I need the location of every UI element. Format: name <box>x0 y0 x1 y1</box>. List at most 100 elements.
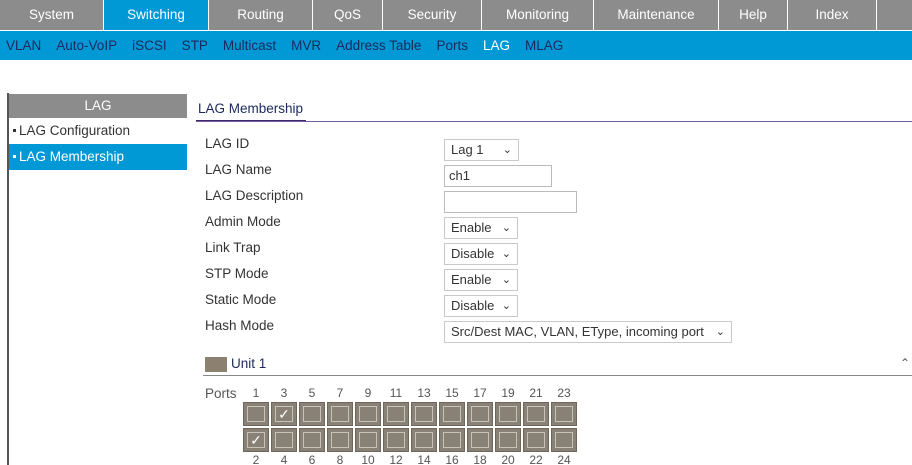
port-number-label: 22 <box>529 453 543 465</box>
chevron-down-icon: ⌄ <box>501 222 511 234</box>
chevron-down-icon: ⌄ <box>501 248 511 260</box>
link-trap-select[interactable]: Disable ⌄ <box>444 243 518 265</box>
port-number-label: 7 <box>336 386 344 400</box>
port-number-label: 24 <box>557 453 571 465</box>
sub-nav: VLAN Auto-VoIP iSCSI STP Multicast MVR A… <box>0 30 912 60</box>
port-14[interactable] <box>411 428 437 452</box>
port-11[interactable] <box>383 402 409 426</box>
sidebar-item-lag-membership[interactable]: LAG Membership <box>9 144 187 170</box>
static-mode-value: Disable <box>451 298 495 313</box>
nav-tab-qos[interactable]: QoS <box>313 0 383 30</box>
port-7[interactable] <box>327 402 353 426</box>
link-trap-label: Link Trap <box>205 240 261 255</box>
port-number-label: 10 <box>361 453 375 465</box>
subnav-item-mvr[interactable]: MVR <box>291 38 321 53</box>
sidebar-title: LAG <box>9 94 187 118</box>
subnav-item-multicast[interactable]: Multicast <box>223 38 276 53</box>
hash-mode-label: Hash Mode <box>205 318 275 333</box>
port-22[interactable] <box>523 428 549 452</box>
port-19[interactable] <box>495 402 521 426</box>
port-number-label: 9 <box>364 386 372 400</box>
section-title-tab: LAG Membership <box>196 100 307 122</box>
port-15[interactable] <box>439 402 465 426</box>
port-18[interactable] <box>467 428 493 452</box>
port-23[interactable] <box>551 402 577 426</box>
section-divider <box>196 121 912 122</box>
lag-id-value: Lag 1 <box>451 142 484 157</box>
nav-tab-system[interactable]: System <box>0 0 104 30</box>
port-number-label: 6 <box>308 453 316 465</box>
port-13[interactable] <box>411 402 437 426</box>
port-number-label: 5 <box>308 386 316 400</box>
subnav-item-mlag[interactable]: MLAG <box>525 38 563 53</box>
port-16[interactable] <box>439 428 465 452</box>
port-number-label: 20 <box>501 453 515 465</box>
port-number-label: 13 <box>417 386 431 400</box>
nav-tab-security[interactable]: Security <box>383 0 482 30</box>
bullet-icon <box>13 128 16 132</box>
sidebar-item-label: LAG Membership <box>19 149 125 164</box>
admin-mode-select[interactable]: Enable ⌄ <box>444 217 518 239</box>
port-20[interactable] <box>495 428 521 452</box>
subnav-item-lag[interactable]: LAG <box>483 38 510 53</box>
static-mode-label: Static Mode <box>205 292 277 307</box>
port-number-label: 11 <box>389 386 403 400</box>
nav-tab-index[interactable]: Index <box>788 0 877 30</box>
port-number-label: 15 <box>445 386 459 400</box>
caret-up-icon[interactable]: ⌃ <box>900 356 910 370</box>
subnav-item-iscsi[interactable]: iSCSI <box>132 38 167 53</box>
nav-tab-help[interactable]: Help <box>719 0 788 30</box>
admin-mode-value: Enable <box>451 220 492 235</box>
lag-description-label: LAG Description <box>205 188 304 203</box>
nav-tab-routing[interactable]: Routing <box>209 0 313 30</box>
port-number-label: 3 <box>280 386 288 400</box>
lag-name-input[interactable]: ch1 <box>444 165 552 187</box>
port-number-label: 19 <box>501 386 515 400</box>
subnav-item-address-table[interactable]: Address Table <box>336 38 421 53</box>
subnav-item-vlan[interactable]: VLAN <box>6 38 41 53</box>
link-trap-value: Disable <box>451 246 495 261</box>
port-1[interactable] <box>243 402 269 426</box>
lag-name-label: LAG Name <box>205 162 272 177</box>
port-number-label: 18 <box>473 453 487 465</box>
check-icon: ✓ <box>250 432 262 448</box>
port-number-label: 23 <box>557 386 571 400</box>
port-21[interactable] <box>523 402 549 426</box>
nav-tab-switching[interactable]: Switching <box>104 0 209 30</box>
port-number-label: 2 <box>252 453 260 465</box>
port-8[interactable] <box>327 428 353 452</box>
port-number-label: 8 <box>336 453 344 465</box>
port-10[interactable] <box>355 428 381 452</box>
lag-id-select[interactable]: Lag 1 ⌄ <box>444 139 519 161</box>
chevron-down-icon: ⌄ <box>502 144 512 156</box>
nav-tab-monitoring[interactable]: Monitoring <box>482 0 594 30</box>
nav-tab-maintenance[interactable]: Maintenance <box>594 0 719 30</box>
subnav-item-stp[interactable]: STP <box>182 38 208 53</box>
subnav-item-ports[interactable]: Ports <box>436 38 468 53</box>
port-12[interactable] <box>383 428 409 452</box>
port-number-label: 12 <box>389 453 403 465</box>
static-mode-select[interactable]: Disable ⌄ <box>444 295 518 317</box>
subnav-item-auto-voip[interactable]: Auto-VoIP <box>56 38 117 53</box>
port-9[interactable] <box>355 402 381 426</box>
bullet-icon <box>13 154 16 158</box>
unit-header[interactable]: Unit 1 ⌃ <box>203 356 912 376</box>
port-4[interactable] <box>271 428 297 452</box>
admin-mode-label: Admin Mode <box>205 214 281 229</box>
check-icon: ✓ <box>278 406 290 422</box>
port-6[interactable] <box>299 428 325 452</box>
lag-description-input[interactable] <box>444 191 577 213</box>
port-number-label: 17 <box>473 386 487 400</box>
port-17[interactable] <box>467 402 493 426</box>
stp-mode-select[interactable]: Enable ⌄ <box>444 269 518 291</box>
sidebar: LAG LAG Configuration LAG Membership <box>9 94 187 170</box>
hash-mode-select[interactable]: Src/Dest MAC, VLAN, EType, incoming port… <box>444 321 732 343</box>
port-5[interactable] <box>299 402 325 426</box>
port-24[interactable] <box>551 428 577 452</box>
chevron-down-icon: ⌄ <box>501 274 511 286</box>
port-3[interactable]: ✓ <box>271 402 297 426</box>
sidebar-item-lag-configuration[interactable]: LAG Configuration <box>9 118 187 144</box>
hash-mode-value: Src/Dest MAC, VLAN, EType, incoming port <box>451 324 704 339</box>
port-2[interactable]: ✓ <box>243 428 269 452</box>
